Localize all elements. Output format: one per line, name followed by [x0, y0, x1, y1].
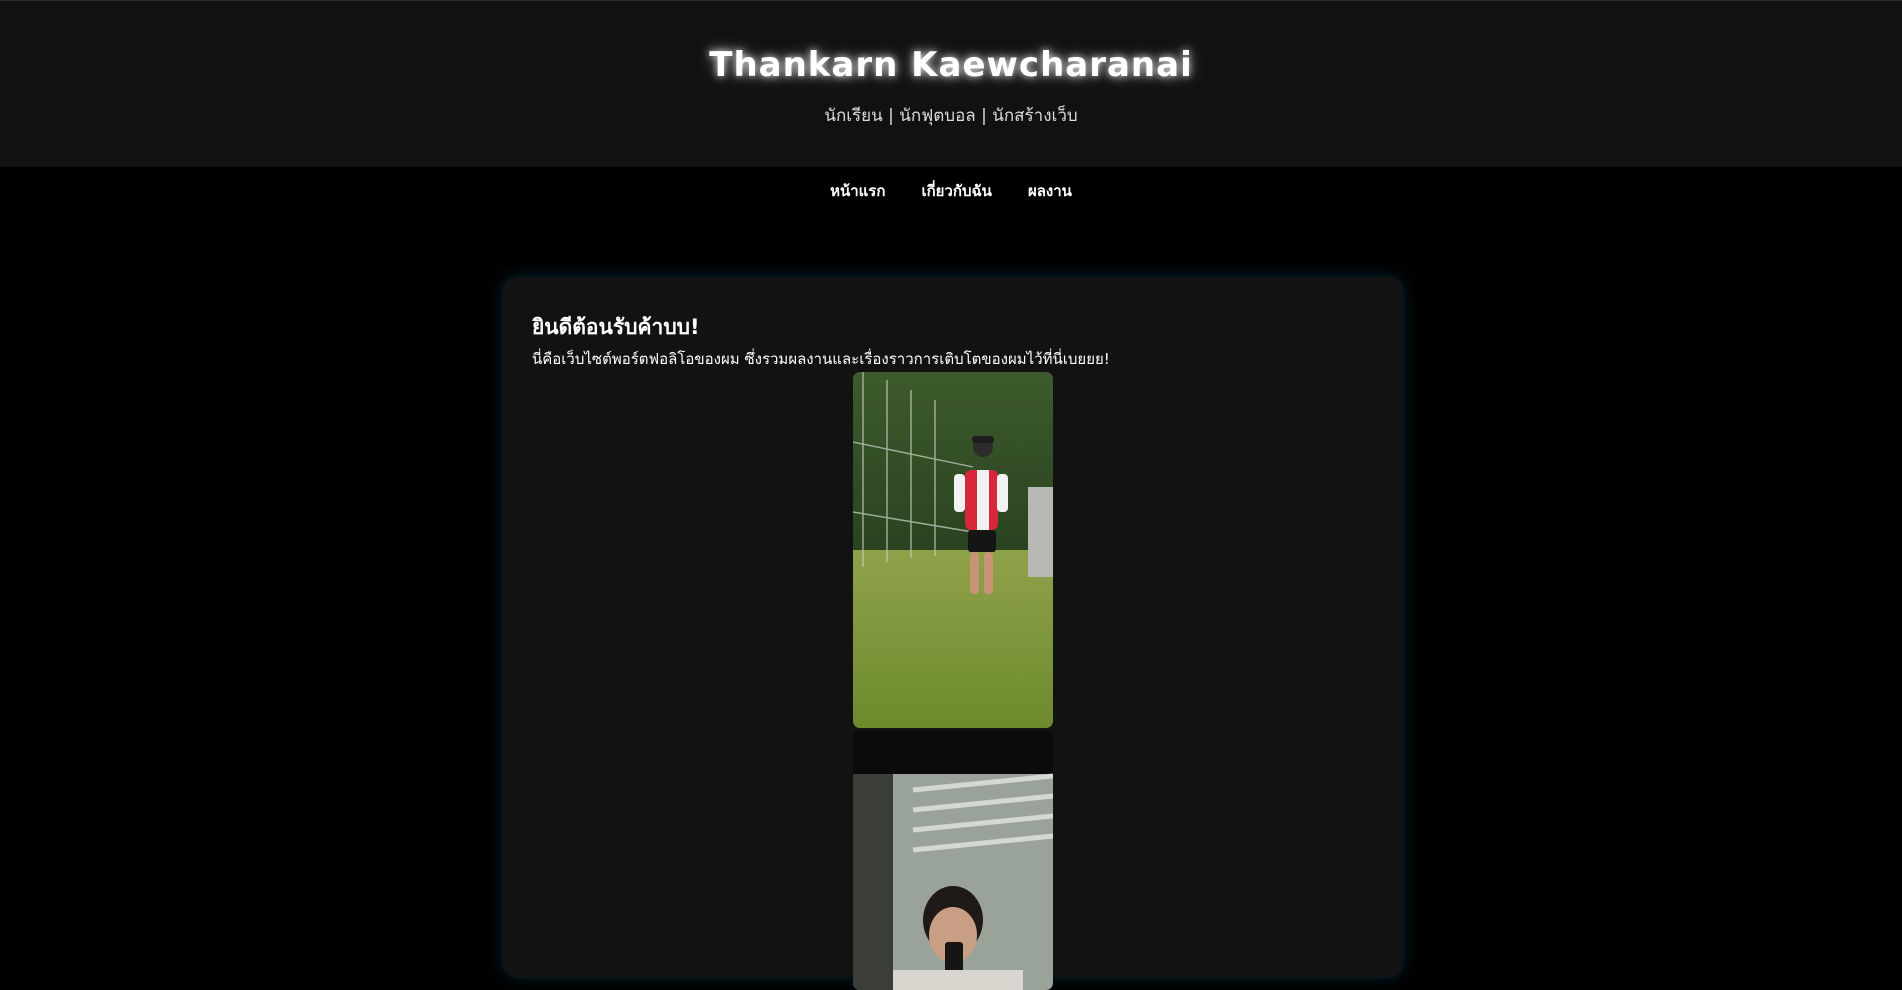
welcome-card: ยินดีต้อนรับค้าบบ! นี่คือเว็บไซต์พอร์ตฟอ…: [503, 277, 1403, 990]
site-title: Thankarn Kaewcharanai: [709, 45, 1193, 85]
football-photo: [853, 372, 1053, 728]
welcome-intro: นี่คือเว็บไซต์พอร์ตฟอลิโอของผม ซึ่งรวมผล…: [532, 350, 1110, 368]
site-header: Thankarn Kaewcharanai นักเรียน | นักฟุตบ…: [0, 0, 1902, 167]
site-subtitle: นักเรียน | นักฟุตบอล | นักสร้างเว็บ: [824, 106, 1078, 126]
welcome-heading: ยินดีต้อนรับค้าบบ!: [532, 315, 700, 339]
nav-link-works[interactable]: ผลงาน: [1028, 179, 1072, 203]
main-nav: หน้าแรก เกี่ยวกับฉัน ผลงาน: [0, 167, 1902, 215]
nav-link-about[interactable]: เกี่ยวกับฉัน: [921, 179, 992, 203]
selfie-photo: [853, 730, 1053, 990]
nav-link-home[interactable]: หน้าแรก: [830, 179, 885, 203]
